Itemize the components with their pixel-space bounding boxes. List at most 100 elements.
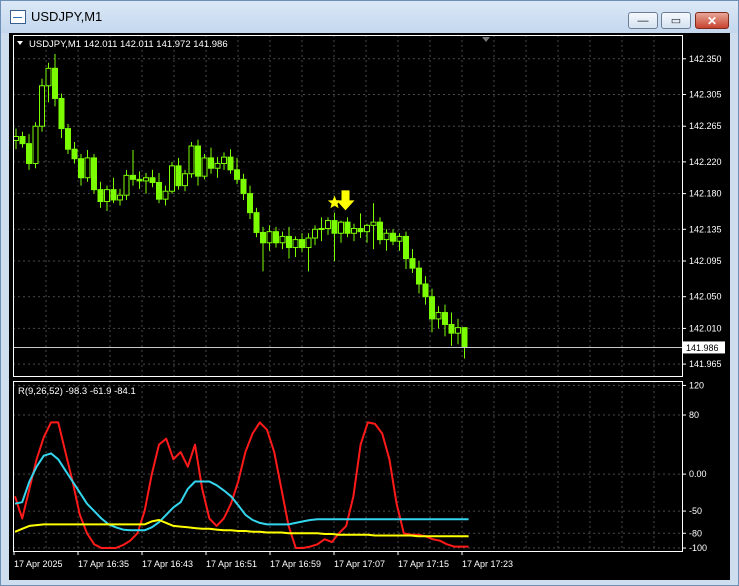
candle-body-bull: [266, 231, 273, 244]
candle-body-bull: [104, 189, 110, 203]
time-label: 17 Apr 16:43: [142, 559, 193, 569]
time-label: 17 Apr 17:07: [334, 559, 385, 569]
price-label: 142.180: [689, 189, 722, 199]
candle-body-bear: [234, 169, 240, 180]
candle-body-bull: [39, 85, 45, 127]
close-button[interactable]: ✕: [695, 12, 729, 29]
grid: [13, 35, 682, 551]
indicator-lines: [14, 421, 469, 549]
candle-body-bull: [292, 239, 299, 249]
candle-body-bear: [19, 136, 26, 145]
candle-body-bear: [422, 283, 429, 298]
level-label: 80: [689, 410, 699, 420]
time-label: 17 Apr 16:35: [78, 559, 129, 569]
candle-body-bear: [149, 177, 156, 184]
candle-body-bull: [45, 67, 52, 87]
candle-body-bear: [442, 312, 448, 325]
candle-body-bear: [78, 158, 84, 179]
main-header: USDJPY,M1 142.011 142.011 141.972 141.98…: [29, 39, 228, 50]
candle-body-bear: [91, 157, 97, 191]
indicator-line-fast: [14, 421, 469, 549]
time-label: 17 Apr 17:15: [398, 559, 449, 569]
candle-body-bear: [331, 220, 338, 234]
symbol-menu-icon[interactable]: [17, 41, 23, 45]
candle-body-bull: [370, 221, 377, 226]
candle-body-bull: [214, 162, 221, 169]
candle-body-bear: [26, 143, 32, 164]
price-label: 142.350: [689, 54, 722, 64]
price-label: 142.135: [689, 224, 722, 234]
maximize-button[interactable]: ▭: [661, 12, 691, 29]
candle-body-bull: [123, 174, 130, 196]
candle-body-bear: [247, 193, 253, 214]
candle-body-bull: [221, 156, 227, 164]
level-label: 0.00: [689, 469, 707, 479]
chart-area[interactable]: 142.350 142.305 142.265 142.220 142.180 142.1…: [9, 33, 730, 580]
candle-body-bear: [260, 231, 266, 244]
level-label: -80: [689, 528, 702, 538]
candle-body-bear: [409, 258, 416, 269]
time-label: 17 Apr 16:59: [270, 559, 321, 569]
candle-body-bull: [396, 235, 403, 242]
candle-body-bear: [97, 189, 104, 203]
axis-labels: 142.350 142.305 142.265 142.220 142.180 142.1…: [13, 54, 725, 569]
candle-body-bull: [182, 173, 188, 187]
candle-body-bear: [240, 178, 247, 195]
price-label: 142.095: [689, 256, 722, 266]
candle-body-bear: [344, 221, 351, 234]
chart-window-icon: [10, 10, 26, 24]
title-bar[interactable]: USDJPY,M1 — ▭ ✕: [1, 1, 738, 33]
candle-body-bull: [117, 194, 123, 201]
minimize-button[interactable]: —: [628, 12, 658, 29]
candle-body-bear: [175, 165, 182, 187]
candle-body-bear: [195, 145, 201, 177]
chart-window: USDJPY,M1 — ▭ ✕ 142.350 142.305 142.265 142…: [0, 0, 739, 586]
candle-body-bull: [279, 235, 286, 244]
candle-body-bear: [273, 231, 279, 244]
candle-body-bear: [110, 189, 117, 201]
candle-body-bear: [390, 232, 396, 242]
candle-body-bear: [52, 67, 58, 99]
candle-body-bull: [318, 227, 325, 230]
candle-body-bear: [156, 182, 162, 200]
level-label: -50: [689, 506, 702, 516]
candle-body-bear: [71, 148, 78, 160]
candle-body-bear: [58, 97, 65, 130]
candle-body-bear: [136, 178, 143, 182]
candle-body-bull: [312, 228, 318, 239]
candle-body-bear: [403, 235, 409, 260]
candle-body-bull: [169, 165, 175, 192]
time-label: 17 Apr 2025: [14, 559, 63, 569]
candle-body-bear: [253, 212, 260, 233]
time-label: 17 Apr 16:51: [206, 559, 257, 569]
candle-body-bull: [32, 125, 39, 164]
candle-body-bear: [208, 157, 214, 169]
candle-body-bull: [351, 227, 357, 234]
candles: [13, 54, 682, 359]
chart-canvas[interactable]: 142.350 142.305 142.265 142.220 142.180 142.1…: [9, 33, 730, 580]
candle-body-bull: [162, 190, 169, 200]
chart-shift-marker-icon[interactable]: [482, 37, 490, 42]
price-label: 142.305: [689, 89, 722, 99]
window-title: USDJPY,M1: [31, 9, 103, 24]
candle-body-bull: [305, 237, 312, 249]
price-label: 141.965: [689, 359, 722, 369]
price-label: 142.010: [689, 323, 722, 333]
candle-body-bull: [435, 312, 442, 320]
candle-body-bear: [461, 327, 468, 348]
candle-body-bull: [188, 145, 195, 175]
candle-body-bull: [201, 157, 208, 177]
candle-body-bear: [448, 323, 455, 334]
candle-body-bull: [338, 221, 344, 234]
current-price-label: 141.986: [686, 343, 719, 353]
candle-body-bull: [13, 136, 19, 141]
price-label: 142.265: [689, 121, 722, 131]
candle-body-bear: [377, 221, 383, 241]
candle-body-bear: [429, 296, 435, 320]
time-label: 17 Apr 17:23: [462, 559, 513, 569]
candle-body-bull: [383, 232, 390, 241]
candle-body-bear: [130, 174, 136, 180]
price-label: 142.220: [689, 157, 722, 167]
candle-body-bear: [299, 239, 305, 249]
candle-body-bull: [84, 157, 91, 179]
